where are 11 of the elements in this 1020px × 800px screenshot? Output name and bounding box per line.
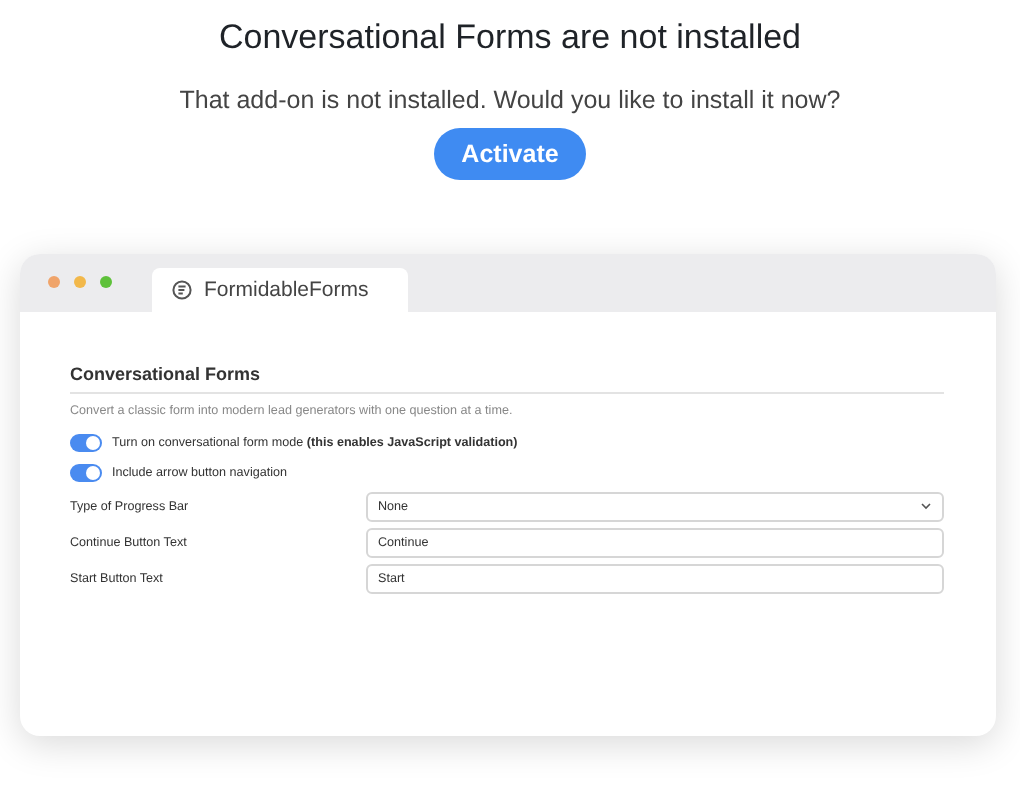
heading: Conversational Forms are not installed [218,18,802,58]
toggle-switch[interactable] [70,434,102,452]
browser-tab[interactable]: FormidableForms [152,268,408,312]
logo-icon [172,280,192,300]
chevron-down-icon [920,500,932,512]
toggle-switch[interactable] [70,464,102,482]
message-text: That add-on is not installed. Would you like to install it now? [179,86,841,114]
section-title: Conversational Forms [70,364,944,394]
close-dot[interactable] [48,275,60,287]
maximize-dot[interactable] [100,275,112,287]
minimize-dot[interactable] [74,275,86,287]
